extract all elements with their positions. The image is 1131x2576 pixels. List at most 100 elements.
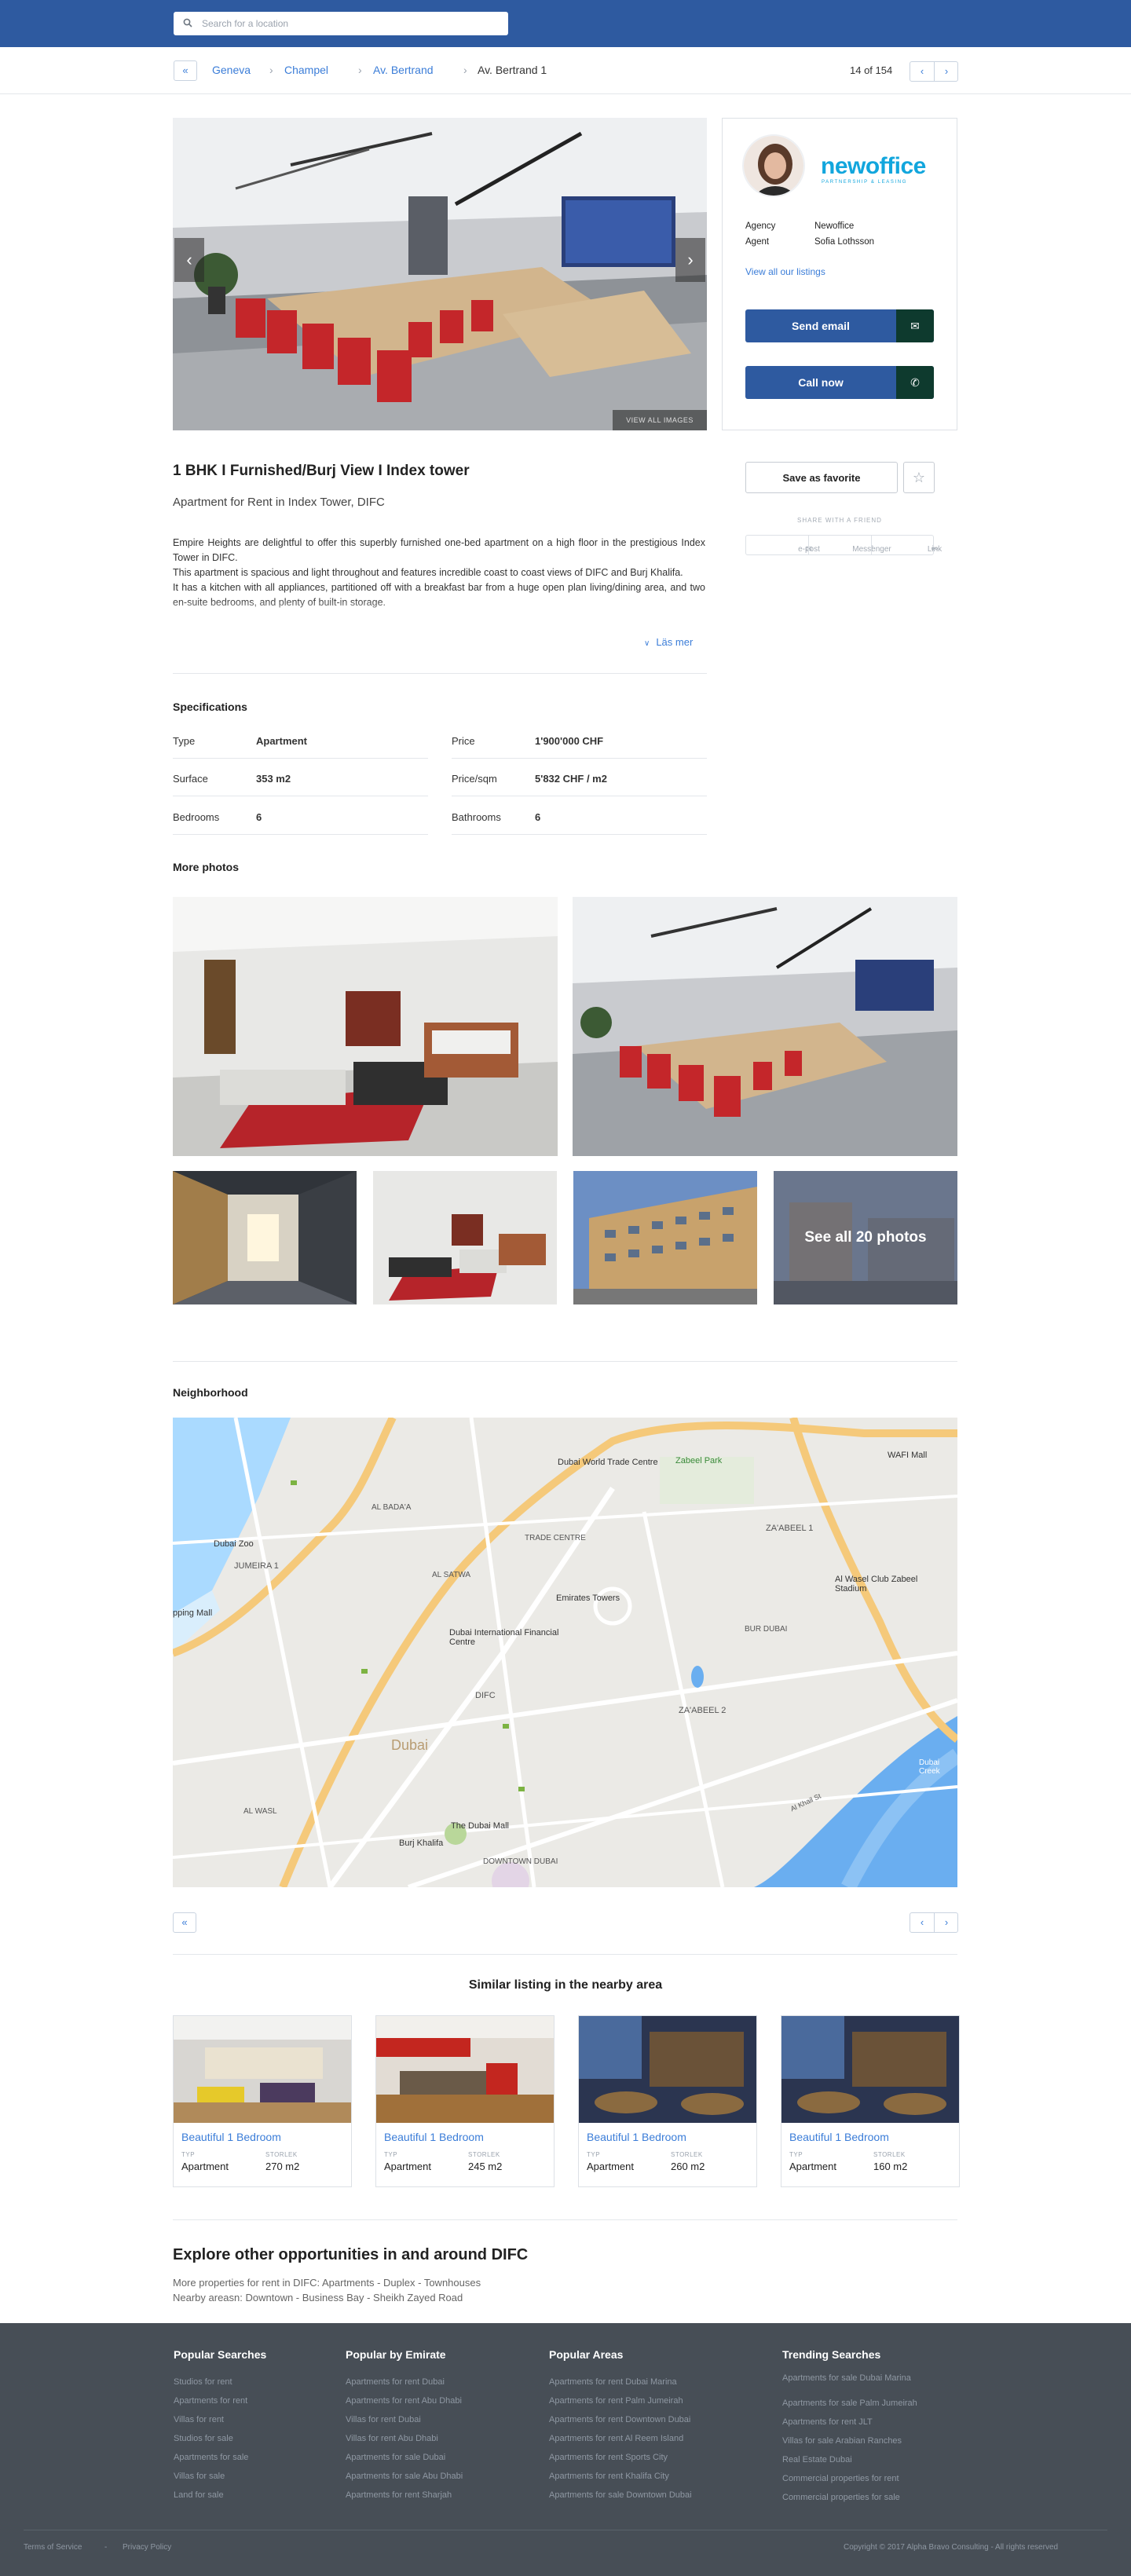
footer-link[interactable]: Apartments for rent Dubai (346, 2377, 445, 2387)
map-prev-button[interactable]: ‹ (910, 1916, 934, 1928)
listing-thumbnail (174, 2016, 351, 2123)
footer-link[interactable]: Apartments for rent Khalifa City (549, 2472, 669, 2481)
map-label: Emirates Towers (556, 1594, 620, 1603)
listing-pager: ‹ › (910, 61, 958, 82)
map-pager: ‹ › (910, 1912, 958, 1933)
map-label: ZA'ABEEL 1 (766, 1524, 814, 1533)
footer-link[interactable]: Apartments for rent Palm Jumeirah (549, 2396, 683, 2406)
office-photo (173, 118, 707, 430)
type-label: TYP (181, 2151, 196, 2158)
read-more-link[interactable]: ∨ Läs mer (644, 636, 693, 648)
footer-link[interactable]: Villas for sale Arabian Ranches (782, 2436, 902, 2446)
footer-link[interactable]: Apartments for rent Dubai Marina (549, 2377, 677, 2387)
view-all-images-button[interactable]: VIEW ALL IMAGES (613, 410, 707, 430)
agency-value: Newoffice (814, 221, 855, 231)
photo-lounge[interactable] (173, 897, 558, 1156)
explore-line[interactable]: Nearby areasn: Downtown - Business Bay -… (173, 2292, 463, 2303)
agency-logo: newoffice (821, 153, 926, 179)
footer-link[interactable]: Apartments for rent Al Reem Island (549, 2434, 683, 2443)
type-value: Apartment (181, 2161, 229, 2172)
footer-link[interactable]: Apartments for rent JLT (782, 2417, 873, 2427)
similar-listing-card[interactable]: Beautiful 1 Bedroom TYP STORLEK Apartmen… (578, 2015, 757, 2187)
footer-link[interactable]: Villas for sale (174, 2472, 225, 2481)
back-button[interactable]: « (174, 60, 197, 81)
neighborhood-heading: Neighborhood (173, 1386, 248, 1399)
gallery-next-button[interactable]: › (675, 238, 705, 282)
neighborhood-map[interactable]: Dubai World Trade Centre Zabeel Park WAF… (173, 1418, 957, 1887)
footer-link[interactable]: Commercial properties for sale (782, 2493, 900, 2502)
photo-reception[interactable] (373, 1171, 557, 1304)
photo-building[interactable] (573, 1171, 757, 1304)
spec-label: Bedrooms (173, 811, 220, 823)
view-all-listings-link[interactable]: View all our listings (745, 266, 825, 277)
footer-link[interactable]: Apartments for sale Dubai Marina (782, 2373, 911, 2383)
share-label: SHARE WITH A FRIEND (797, 517, 882, 524)
breadcrumb-champel[interactable]: Champel (284, 64, 328, 76)
prev-listing-button[interactable]: ‹ (910, 65, 934, 77)
photo-dining[interactable] (573, 897, 957, 1156)
chevron-right-icon: › (358, 64, 362, 76)
call-now-button[interactable]: Call now ✆ (745, 366, 934, 399)
map-label: Zabeel Park (675, 1456, 723, 1465)
star-icon[interactable]: ☆ (903, 462, 935, 493)
description-fade (173, 598, 707, 625)
divider (173, 1954, 957, 1955)
description-paragraph: Empire Heights are delightful to offer t… (173, 537, 705, 563)
footer-link[interactable]: Villas for rent Abu Dhabi (346, 2434, 438, 2443)
search-input[interactable]: Search for a location (174, 12, 508, 35)
spec-value: 6 (256, 811, 262, 823)
footer-link[interactable]: Studios for sale (174, 2434, 233, 2443)
gallery-prev-button[interactable]: ‹ (174, 238, 204, 282)
send-email-label: Send email (792, 320, 850, 332)
send-email-button[interactable]: Send email ✉ (745, 309, 934, 342)
similar-listing-card[interactable]: Beautiful 1 Bedroom TYP STORLEK Apartmen… (375, 2015, 555, 2187)
see-all-photos-button[interactable]: See all 20 photos (774, 1171, 957, 1304)
map-back-button[interactable]: « (173, 1912, 196, 1933)
size-value: 245 m2 (468, 2161, 503, 2172)
footer-link[interactable]: Land for sale (174, 2490, 224, 2500)
map-label: Dubai Zoo (214, 1539, 254, 1549)
spec-label: Bathrooms (452, 811, 501, 823)
footer-link[interactable]: Commercial properties for rent (782, 2474, 899, 2483)
similar-listing-card[interactable]: Beautiful 1 Bedroom TYP STORLEK Apartmen… (781, 2015, 960, 2187)
footer-link[interactable]: Real Estate Dubai (782, 2455, 852, 2464)
footer-link[interactable]: Apartments for rent Abu Dhabi (346, 2396, 462, 2406)
save-favorite-button[interactable]: Save as favorite (745, 462, 898, 493)
footer-link[interactable]: Villas for rent Dubai (346, 2415, 421, 2424)
footer-link[interactable]: Apartments for rent Downtown Dubai (549, 2415, 690, 2424)
explore-line[interactable]: More properties for rent in DIFC: Apartm… (173, 2277, 481, 2289)
hero-image[interactable] (173, 118, 707, 430)
footer-link[interactable]: Apartments for sale Abu Dhabi (346, 2472, 463, 2481)
footer-link[interactable]: Apartments for rent (174, 2396, 247, 2406)
footer-link[interactable]: Apartments for sale Dubai (346, 2453, 445, 2462)
footer-link[interactable]: Apartments for sale (174, 2453, 248, 2462)
footer-link[interactable]: Apartments for sale Downtown Dubai (549, 2490, 692, 2500)
footer-link[interactable]: Apartments for rent Sharjah (346, 2490, 452, 2500)
map-label: Dubai (391, 1737, 429, 1753)
breadcrumb-geneva[interactable]: Geneva (212, 64, 251, 76)
footer-link[interactable]: Apartments for rent Sports City (549, 2453, 668, 2462)
avatar (742, 134, 805, 197)
size-value: 270 m2 (265, 2161, 300, 2172)
listing-title: 1 BHK I Furnished/Burj View I Index towe… (173, 463, 470, 479)
copyright: Copyright © 2017 Alpha Bravo Consulting … (844, 2543, 1059, 2552)
divider (173, 834, 428, 835)
map-label: DIFC (475, 1691, 496, 1700)
breadcrumb-av-bertrand[interactable]: Av. Bertrand (373, 64, 434, 76)
footer-link[interactable]: Villas for rent (174, 2415, 224, 2424)
size-label: STORLEK (671, 2151, 703, 2158)
map-next-button[interactable]: › (935, 1916, 958, 1928)
terms-link[interactable]: Terms of Service (24, 2543, 82, 2552)
map-label: AL SATWA (432, 1571, 471, 1579)
similar-listing-card[interactable]: Beautiful 1 Bedroom TYP STORLEK Apartmen… (173, 2015, 352, 2187)
footer-link[interactable]: Studios for rent (174, 2377, 232, 2387)
footer-link[interactable]: Apartments for sale Palm Jumeirah (782, 2399, 917, 2408)
spec-label: Surface (173, 773, 208, 785)
similar-heading: Similar listing in the nearby area (468, 1978, 663, 1992)
photo-corridor[interactable] (173, 1171, 357, 1304)
privacy-link[interactable]: Privacy Policy (123, 2543, 171, 2552)
map-label: The Dubai Mall (451, 1821, 509, 1831)
type-label: TYP (587, 2151, 601, 2158)
next-listing-button[interactable]: › (935, 65, 958, 77)
description-paragraph: This apartment is spacious and light thr… (173, 567, 683, 578)
